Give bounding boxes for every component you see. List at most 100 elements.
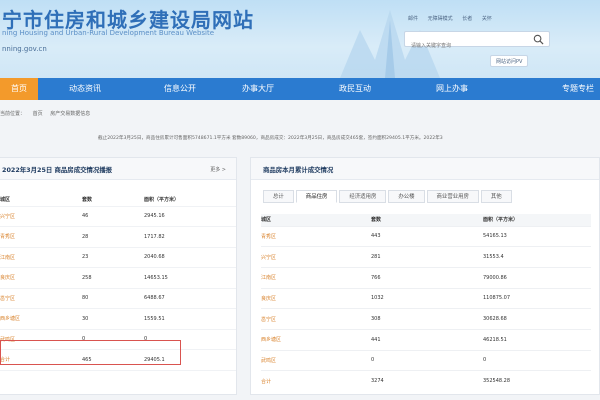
table-row: 兴宁区 46 2945.16 (0, 206, 236, 227)
panel-header: 商品房本月累计成交情况 (251, 158, 599, 180)
main-nav: 首页 动态资讯 信息公开 办事大厅 政民互动 网上办事 专题专栏 (0, 78, 600, 100)
table-row: 青秀区 28 1717.82 (0, 226, 236, 248)
area-cell: 6488.67 (144, 288, 236, 309)
monthly-transactions-table: 城区 套数 面积（平方米） 青秀区 443 54165.13 兴宁区 281 31553… (261, 214, 591, 392)
table-header-row: 城区 套数 面积（平方米） (261, 214, 591, 226)
district-cell[interactable]: 西乡塘区 (261, 328, 371, 351)
table-row: 武鸣区 0 0 (261, 349, 591, 371)
table-row: 良庆区 1032 110875.07 (261, 287, 591, 309)
category-tabs: 总计 商品住房 经济适用房 办公楼 商业营业用房 其他 (263, 190, 514, 203)
tab-commercial-housing[interactable]: 商品住房 (295, 190, 338, 203)
district-cell[interactable]: 江南区 (0, 247, 82, 268)
district-cell[interactable]: 武鸣区 (0, 329, 82, 350)
area-cell: 79000.86 (483, 266, 591, 289)
table-total-row: 合计 465 29405.1 (0, 349, 236, 371)
table-row: 邕宁区 308 30628.68 (261, 308, 591, 330)
area-cell: 31553.4 (483, 246, 591, 268)
panel-title: 2022年3月25日 商品房成交情况播报 (2, 166, 113, 174)
table-row: 青秀区 443 54165.13 (261, 225, 591, 247)
district-cell[interactable]: 青秀区 (261, 225, 371, 247)
area-cell: 110875.07 (483, 287, 591, 309)
table-row: 兴宁区 281 31553.4 (261, 246, 591, 268)
table-header-row: 城区 套数 面积（平方米） (0, 194, 236, 207)
search-input[interactable] (405, 39, 523, 53)
breadcrumb-home[interactable]: 首页 (33, 111, 43, 117)
district-cell[interactable]: 青秀区 (0, 226, 82, 248)
district-cell[interactable]: 合计 (261, 370, 371, 392)
notice-text: 截止2022年3月25日，商品住房累计可售面积5748671.1平方米 套数89… (98, 136, 443, 141)
site-subtitle: ning Housing and Urban-Rural Development… (2, 29, 215, 37)
area-cell: 29405.1 (144, 349, 236, 371)
search-box (404, 31, 550, 53)
tab-affordable-housing[interactable]: 经济适用房 (339, 190, 387, 203)
district-cell[interactable]: 西乡塘区 (0, 308, 82, 330)
count-cell: 0 (371, 349, 483, 371)
pv-button[interactable]: 网站访问PV (490, 55, 529, 67)
count-cell: 441 (371, 328, 483, 351)
breadcrumb: 当前位置： 首页 房产交易数据信息 (0, 110, 96, 117)
column-header-district: 城区 (0, 194, 82, 207)
count-cell: 28 (82, 226, 144, 248)
count-cell: 766 (371, 266, 483, 289)
daily-transactions-table: 城区 套数 面积（平方米） 兴宁区 46 2945.16 青秀区 28 1717.82 … (0, 194, 236, 371)
nav-online-service[interactable]: 网上办事 (422, 78, 482, 100)
nav-topics[interactable]: 专题专栏 (548, 78, 600, 100)
table-row: 武鸣区 0 0 (0, 329, 236, 350)
search-icon[interactable] (533, 34, 544, 45)
district-cell[interactable]: 邕宁区 (0, 288, 82, 309)
column-header-area: 面积（平方米） (144, 194, 236, 207)
table-row: 西乡塘区 441 46218.51 (261, 328, 591, 351)
nav-home[interactable]: 首页 (0, 78, 38, 100)
nav-info-disclosure[interactable]: 信息公开 (150, 78, 210, 100)
count-cell: 0 (82, 329, 144, 350)
breadcrumb-current[interactable]: 房产交易数据信息 (50, 111, 90, 117)
top-link-accessibility[interactable]: 无障碍模式 (428, 16, 453, 22)
count-cell: 465 (82, 349, 144, 371)
district-cell[interactable]: 邕宁区 (261, 308, 371, 330)
area-cell: 352548.28 (483, 370, 591, 392)
more-link[interactable]: 更多 > (210, 166, 226, 173)
count-cell: 23 (82, 247, 144, 268)
table-total-row: 合计 3274 352548.28 (261, 370, 591, 392)
count-cell: 308 (371, 308, 483, 330)
nav-interaction[interactable]: 政民互动 (325, 78, 385, 100)
district-cell[interactable]: 武鸣区 (261, 349, 371, 371)
count-cell: 281 (371, 246, 483, 268)
column-header-district: 城区 (261, 214, 371, 226)
district-cell[interactable]: 良庆区 (261, 287, 371, 309)
site-header: 宁市住房和城乡建设局网站 ning Housing and Urban-Rura… (0, 0, 600, 78)
district-cell[interactable]: 江南区 (261, 266, 371, 289)
count-cell: 1032 (371, 287, 483, 309)
nav-news[interactable]: 动态资讯 (55, 78, 115, 100)
district-cell[interactable]: 良庆区 (0, 267, 82, 289)
table-row: 西乡塘区 30 1559.51 (0, 308, 236, 330)
table-row: 江南区 23 2040.68 (0, 247, 236, 268)
top-link-care[interactable]: 关怀 (482, 16, 492, 22)
column-header-area: 面积（平方米） (483, 214, 591, 226)
district-cell[interactable]: 兴宁区 (261, 246, 371, 268)
count-cell: 46 (82, 206, 144, 227)
count-cell: 80 (82, 288, 144, 309)
panel-header: 2022年3月25日 商品房成交情况播报 更多 > (0, 158, 236, 180)
monthly-transactions-panel: 商品房本月累计成交情况 总计 商品住房 经济适用房 办公楼 商业营业用房 其他 … (250, 157, 600, 395)
top-link-email[interactable]: 邮件 (408, 16, 418, 22)
table-row: 江南区 766 79000.86 (261, 266, 591, 289)
column-header-count: 套数 (371, 214, 483, 226)
count-cell: 443 (371, 225, 483, 247)
tab-office[interactable]: 办公楼 (388, 190, 425, 203)
top-link-elderly[interactable]: 长者 (462, 16, 472, 22)
district-cell[interactable]: 兴宁区 (0, 206, 82, 227)
district-cell[interactable]: 合计 (0, 349, 82, 371)
nav-service-hall[interactable]: 办事大厅 (228, 78, 288, 100)
area-cell: 54165.13 (483, 225, 591, 247)
table-row: 良庆区 258 14653.15 (0, 267, 236, 289)
tab-total[interactable]: 总计 (263, 190, 294, 203)
area-cell: 46218.51 (483, 328, 591, 351)
area-cell: 2945.16 (144, 206, 236, 227)
count-cell: 258 (82, 267, 144, 289)
tab-commercial-business[interactable]: 商业营业用房 (426, 190, 479, 203)
tab-other[interactable]: 其他 (480, 190, 512, 203)
area-cell: 14653.15 (144, 267, 236, 289)
column-header-count: 套数 (82, 194, 144, 207)
site-url: nning.gov.cn (2, 45, 47, 53)
